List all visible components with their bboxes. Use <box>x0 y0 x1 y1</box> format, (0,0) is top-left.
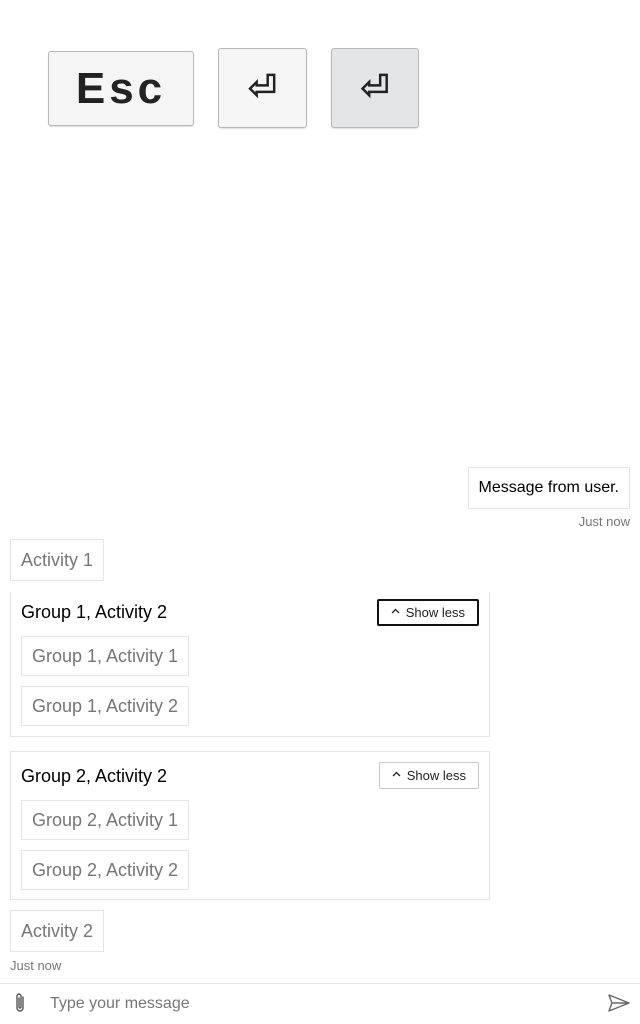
group-1-show-less-button[interactable]: Show less <box>376 599 479 626</box>
esc-key: Esc <box>48 51 194 126</box>
keyboard-key-display: Esc ⏎ ⏎ <box>0 0 640 150</box>
enter-key-pressed-icon: ⏎ <box>359 67 391 108</box>
enter-key: ⏎ <box>218 48 307 128</box>
group-1-activity-1-text: Group 1, Activity 1 <box>32 646 179 666</box>
chevron-up-icon <box>392 769 401 780</box>
bot-message-timestamp: Just now <box>10 958 62 973</box>
activity-1-text: Activity 1 <box>21 550 94 570</box>
group-2-activity-2: Group 2, Activity 2 <box>21 850 190 890</box>
enter-key-pressed: ⏎ <box>331 48 419 128</box>
group-1-activity-2-text: Group 1, Activity 2 <box>32 696 179 716</box>
user-message-timestamp: Just now <box>578 514 630 529</box>
enter-key-icon: ⏎ <box>247 67 278 108</box>
group-2-activity-1-text: Group 2, Activity 1 <box>32 810 179 830</box>
send-icon <box>608 993 630 1017</box>
send-button[interactable] <box>606 992 632 1018</box>
activity-2-text: Activity 2 <box>21 921 94 941</box>
activity-group-2: Group 2, Activity 2 Show less Group 2, A… <box>10 751 490 900</box>
group-2-activity-2-text: Group 2, Activity 2 <box>32 860 179 880</box>
group-1-header: Group 1, Activity 2 <box>21 602 168 622</box>
group-1-activity-1: Group 1, Activity 1 <box>21 636 190 676</box>
esc-key-label: Esc <box>75 63 167 113</box>
user-message-text: Message from user. <box>478 479 620 496</box>
activity-group-1: Group 1, Activity 2 Show less Group 1, A… <box>10 592 490 737</box>
group-2-activity-1: Group 2, Activity 1 <box>21 800 190 840</box>
group-1-show-less-label: Show less <box>405 605 465 620</box>
user-message-bubble: Message from user. <box>467 467 630 509</box>
activity-2: Activity 2 <box>10 910 105 952</box>
activity-1: Activity 1 <box>10 539 105 581</box>
group-2-show-less-button[interactable]: Show less <box>378 762 479 789</box>
send-box <box>0 983 640 1024</box>
chevron-up-icon <box>391 606 400 617</box>
message-input[interactable] <box>50 991 590 1017</box>
paperclip-icon <box>13 991 27 1020</box>
group-2-show-less-label: Show less <box>406 768 466 783</box>
attach-button[interactable] <box>8 990 32 1020</box>
group-2-header: Group 2, Activity 2 <box>21 766 168 786</box>
group-1-activity-2: Group 1, Activity 2 <box>21 686 190 726</box>
